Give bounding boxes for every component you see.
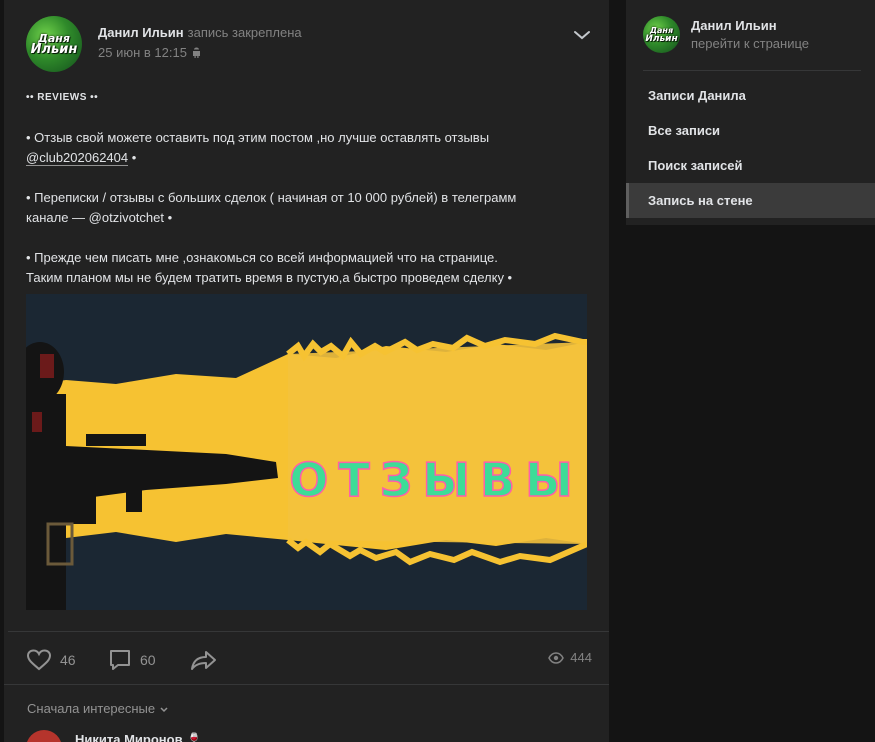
sidebar-panel: Даня Ильин Данил Ильин перейти к страниц… — [626, 0, 875, 225]
sidebar-author-name[interactable]: Данил Ильин — [691, 18, 777, 33]
post-text: •• REVIEWS •• • Отзыв свой можете остави… — [26, 86, 596, 288]
sidebar-menu: Записи Данила Все записи Поиск записей З… — [626, 78, 875, 218]
post-actions: 46 60 444 — [8, 631, 609, 684]
like-button[interactable]: 46 — [26, 648, 76, 672]
comment-button[interactable]: 60 — [108, 648, 156, 672]
wine-glass-icon: 🍷 — [186, 732, 203, 742]
comment-icon — [110, 650, 130, 670]
author-name[interactable]: Данил Ильин — [98, 25, 184, 40]
chevron-down-icon — [160, 706, 168, 712]
goto-page-link[interactable]: перейти к странице — [691, 36, 809, 51]
post-paragraph-2: • Переписки / отзывы с больших сделок ( … — [26, 190, 517, 225]
share-icon — [191, 651, 216, 670]
commenter-name[interactable]: Никита Миронов 🍷 — [75, 732, 202, 742]
sidebar-avatar-text-line2: Ильин — [645, 34, 678, 44]
post-paragraph-3: • Прежде чем писать мне ,ознакомься со в… — [26, 250, 513, 285]
wall-post: Даня Ильин Данил Ильин запись закреплена … — [4, 0, 609, 742]
sidebar-item-wall-post[interactable]: Запись на стене — [626, 183, 875, 218]
sort-label: Сначала интересные — [27, 701, 156, 716]
author-row: Данил Ильин запись закреплена — [98, 25, 302, 40]
pinned-label: запись закреплена — [187, 25, 302, 40]
views-count: 444 — [570, 650, 592, 665]
post-date[interactable]: 25 июн в 12:15 — [98, 45, 187, 60]
comments-sort-dropdown[interactable]: Сначала интересные — [27, 701, 169, 716]
share-button[interactable] — [190, 648, 218, 672]
post-paragraph-1: • Отзыв свой можете оставить под этим по… — [26, 130, 490, 166]
like-count: 46 — [60, 652, 76, 668]
post-header: Даня Ильин Данил Ильин запись закреплена … — [26, 16, 596, 72]
sidebar-item-all-posts[interactable]: Все записи — [626, 113, 875, 148]
android-icon — [192, 46, 201, 61]
post-image-banner[interactable]: ОТЗЫВЫ — [26, 294, 587, 610]
club-link[interactable]: @club202062404 — [26, 150, 129, 166]
sidebar-avatar[interactable]: Даня Ильин — [643, 16, 680, 53]
sidebar-divider — [643, 70, 861, 71]
post-date-row: 25 июн в 12:15 — [98, 45, 201, 61]
banner-title: ОТЗЫВЫ — [289, 453, 583, 507]
commenter-avatar[interactable] — [26, 730, 62, 742]
post-menu-chevron-icon[interactable] — [572, 28, 592, 42]
author-avatar[interactable]: Даня Ильин — [26, 16, 82, 72]
heart-icon — [26, 649, 52, 671]
comments-section: Сначала интересные Никита Миронов 🍷 — [4, 684, 609, 742]
sidebar-item-danil-posts[interactable]: Записи Данила — [626, 78, 875, 113]
views-counter: 444 — [548, 650, 592, 665]
avatar-text-line2: Ильин — [30, 42, 78, 57]
comment-count: 60 — [140, 652, 156, 668]
sidebar-item-search-posts[interactable]: Поиск записей — [626, 148, 875, 183]
eye-icon — [548, 651, 565, 664]
post-heading: •• REVIEWS •• — [26, 92, 99, 103]
